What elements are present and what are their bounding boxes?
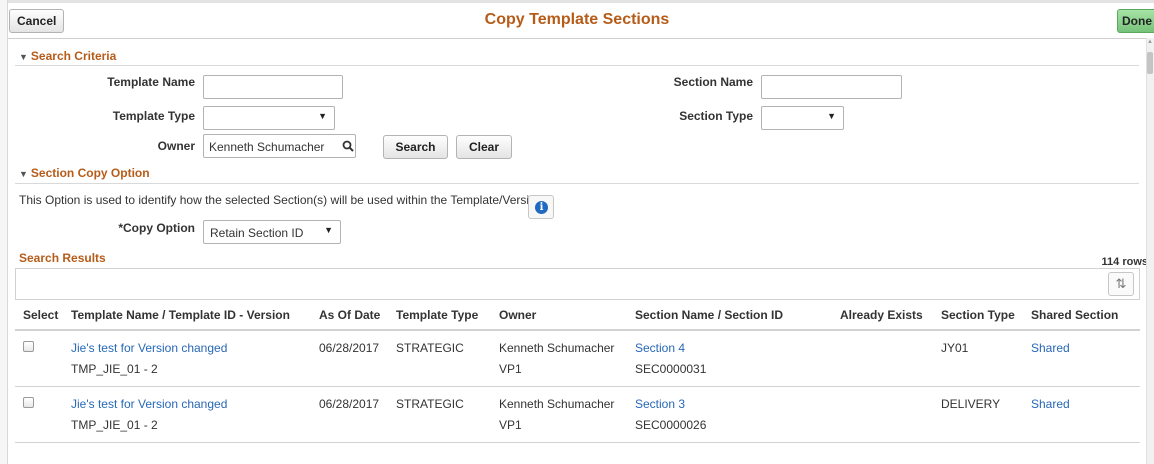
template-type-cell: STRATEGIC (396, 396, 464, 411)
info-icon: i (535, 201, 548, 214)
info-button[interactable]: i (528, 195, 554, 219)
shared-section-link[interactable]: Shared (1031, 341, 1070, 355)
as-of-date: 06/28/2017 (319, 341, 380, 355)
row-select-checkbox[interactable] (23, 396, 34, 408)
left-frame-edge (0, 0, 8, 464)
column-header[interactable]: Select (15, 300, 63, 331)
header-divider (8, 38, 1146, 39)
template-name-input[interactable] (203, 75, 343, 99)
copy-option-label: *Copy Option (118, 221, 195, 235)
owner-label: Owner (157, 139, 195, 153)
owner-id: VP1 (499, 418, 522, 432)
template-type-cell: STRATEGIC (396, 341, 464, 355)
sort-icon[interactable]: ⇅ (1108, 272, 1134, 296)
section-type-cell: JY01 (941, 341, 969, 355)
search-button[interactable]: Search (383, 135, 448, 159)
owner-cell: Kenneth Schumacher (499, 341, 615, 355)
template-name-link[interactable]: Jie's test for Version changed (71, 397, 227, 411)
table-row-detail: TMP_JIE_01 - 2 VP1 SEC0000026 (15, 412, 1140, 443)
clear-button[interactable]: Clear (456, 135, 512, 159)
search-criteria-header[interactable]: ▼ Search Criteria (19, 49, 116, 63)
section-copy-option-header[interactable]: ▼ Section Copy Option (19, 166, 150, 180)
section-type-cell: DELIVERY (941, 396, 1001, 411)
copy-option-select[interactable]: Retain Section ID ▼ (203, 220, 341, 244)
owner-id: VP1 (499, 362, 522, 376)
section-copy-option-heading: Section Copy Option (30, 166, 150, 180)
table-row-detail: TMP_JIE_01 - 2 VP1 SEC0000031 (15, 356, 1140, 387)
owner-input[interactable]: Kenneth Schumacher (203, 134, 356, 158)
page-title: Copy Template Sections (484, 11, 670, 28)
template-name-link[interactable]: Jie's test for Version changed (71, 341, 227, 355)
section-name-link[interactable]: Section 3 (635, 397, 685, 411)
section-name-input[interactable] (761, 75, 902, 99)
copy-option-divider (15, 183, 1139, 184)
scrollbar-thumb[interactable] (1147, 52, 1153, 74)
template-name-label: Template Name (107, 75, 195, 89)
search-results-heading: Search Results (19, 251, 106, 265)
scroll-up-icon[interactable]: ▲ (1147, 39, 1153, 47)
column-header[interactable]: Template Type (388, 300, 491, 331)
table-header-row: Select Template Name / Template ID - Ver… (15, 300, 1140, 331)
column-header[interactable]: Section Type (933, 300, 1023, 331)
section-type-label: Section Type (679, 109, 753, 123)
column-header[interactable]: Template Name / Template ID - Version (63, 300, 311, 331)
table-row: Jie's test for Version changed 06/28/201… (15, 386, 1140, 412)
shared-section-link[interactable]: Shared (1031, 397, 1070, 411)
magnifier-icon[interactable] (342, 140, 354, 152)
vertical-scrollbar[interactable] (1146, 38, 1154, 464)
grid-toolbar (15, 268, 1140, 300)
section-id: SEC0000026 (635, 418, 707, 432)
window-top-edge (0, 0, 1154, 3)
as-of-date: 06/28/2017 (319, 396, 380, 411)
row-select-checkbox[interactable] (23, 341, 34, 352)
chevron-down-icon: ▼ (324, 225, 333, 235)
column-header[interactable]: Already Exists (832, 300, 933, 331)
column-header[interactable]: Owner (491, 300, 627, 331)
section-type-select[interactable]: ▼ (761, 106, 844, 130)
chevron-down-icon: ▼ (318, 111, 327, 121)
column-header[interactable]: As Of Date (311, 300, 388, 331)
copy-option-value: Retain Section ID (210, 226, 304, 240)
column-header[interactable]: Section Name / Section ID (627, 300, 832, 331)
search-criteria-heading: Search Criteria (30, 49, 117, 63)
search-criteria-divider (15, 65, 1139, 66)
section-name-link[interactable]: Section 4 (635, 341, 685, 355)
row-count: 114 rows (1101, 256, 1148, 268)
template-type-select[interactable]: ▼ (203, 106, 335, 130)
triangle-down-icon: ▼ (19, 52, 28, 62)
owner-value: Kenneth Schumacher (209, 140, 325, 154)
owner-cell: Kenneth Schumacher (499, 396, 615, 411)
section-id: SEC0000031 (635, 362, 707, 376)
template-id: TMP_JIE_01 - 2 (71, 362, 158, 376)
template-id: TMP_JIE_01 - 2 (71, 418, 158, 432)
copy-option-description: This Option is used to identify how the … (19, 193, 543, 207)
done-button[interactable]: Done (1117, 9, 1154, 33)
table-row: Jie's test for Version changed 06/28/201… (15, 330, 1140, 356)
section-name-label: Section Name (673, 75, 753, 89)
triangle-down-icon: ▼ (19, 169, 28, 179)
results-table: Select Template Name / Template ID - Ver… (15, 300, 1140, 443)
chevron-down-icon: ▼ (827, 111, 836, 121)
column-header[interactable]: Shared Section (1023, 300, 1140, 331)
template-type-label: Template Type (112, 109, 195, 123)
